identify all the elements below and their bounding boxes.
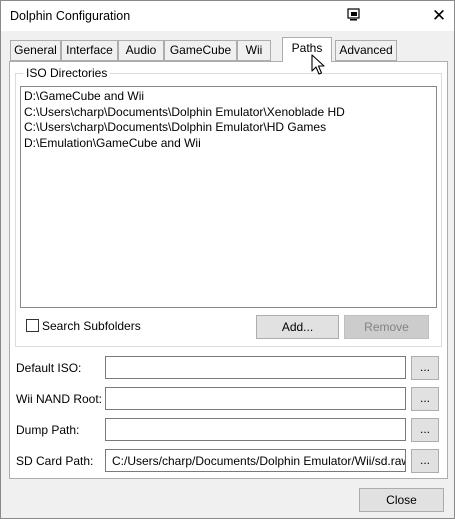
dump-path-browse-button[interactable]: ...: [411, 418, 439, 442]
list-item[interactable]: D:\Emulation\GameCube and Wii: [24, 136, 433, 152]
add-button[interactable]: Add...: [256, 315, 339, 339]
window-title: Dolphin Configuration: [10, 9, 131, 23]
wii-nand-root-label: Wii NAND Root:: [16, 392, 103, 406]
dump-path-field[interactable]: [105, 418, 406, 441]
dump-path-label: Dump Path:: [16, 423, 80, 437]
title-bar: Dolphin Configuration ✕: [1, 1, 454, 31]
search-subfolders-checkbox[interactable]: [26, 319, 39, 332]
iso-directories-title: ISO Directories: [23, 66, 111, 80]
wii-nand-root-browse-button[interactable]: ...: [411, 387, 439, 411]
list-item[interactable]: C:\Users\charp\Documents\Dolphin Emulato…: [24, 120, 433, 136]
tab-general[interactable]: General: [10, 40, 61, 61]
default-iso-label: Default ISO:: [16, 361, 82, 375]
tab-audio[interactable]: Audio: [118, 40, 164, 61]
iso-directories-list[interactable]: D:\GameCube and Wii C:\Users\charp\Docum…: [20, 86, 437, 308]
sd-card-path-label: SD Card Path:: [16, 454, 94, 468]
tab-advanced[interactable]: Advanced: [335, 40, 397, 61]
tab-gamecube[interactable]: GameCube: [164, 40, 237, 61]
default-iso-field[interactable]: [105, 356, 406, 379]
list-item[interactable]: C:\Users\charp\Documents\Dolphin Emulato…: [24, 105, 433, 121]
search-subfolders-label: Search Subfolders: [42, 319, 141, 333]
sd-card-path-browse-button[interactable]: ...: [411, 449, 439, 473]
sd-card-path-field[interactable]: C:/Users/charp/Documents/Dolphin Emulato…: [105, 449, 406, 472]
dolphin-configuration-window: Dolphin Configuration ✕ General Interfac…: [0, 0, 455, 519]
remove-button[interactable]: Remove: [344, 315, 429, 339]
wii-nand-root-field[interactable]: [105, 387, 406, 410]
close-button[interactable]: Close: [359, 488, 444, 512]
tab-interface[interactable]: Interface: [61, 40, 118, 61]
mouse-pointer-icon: [311, 54, 325, 79]
close-icon[interactable]: ✕: [425, 4, 453, 28]
screen-icon[interactable]: [345, 6, 363, 24]
default-iso-browse-button[interactable]: ...: [411, 356, 439, 380]
list-item[interactable]: D:\GameCube and Wii: [24, 89, 433, 105]
tab-wii[interactable]: Wii: [237, 40, 271, 61]
